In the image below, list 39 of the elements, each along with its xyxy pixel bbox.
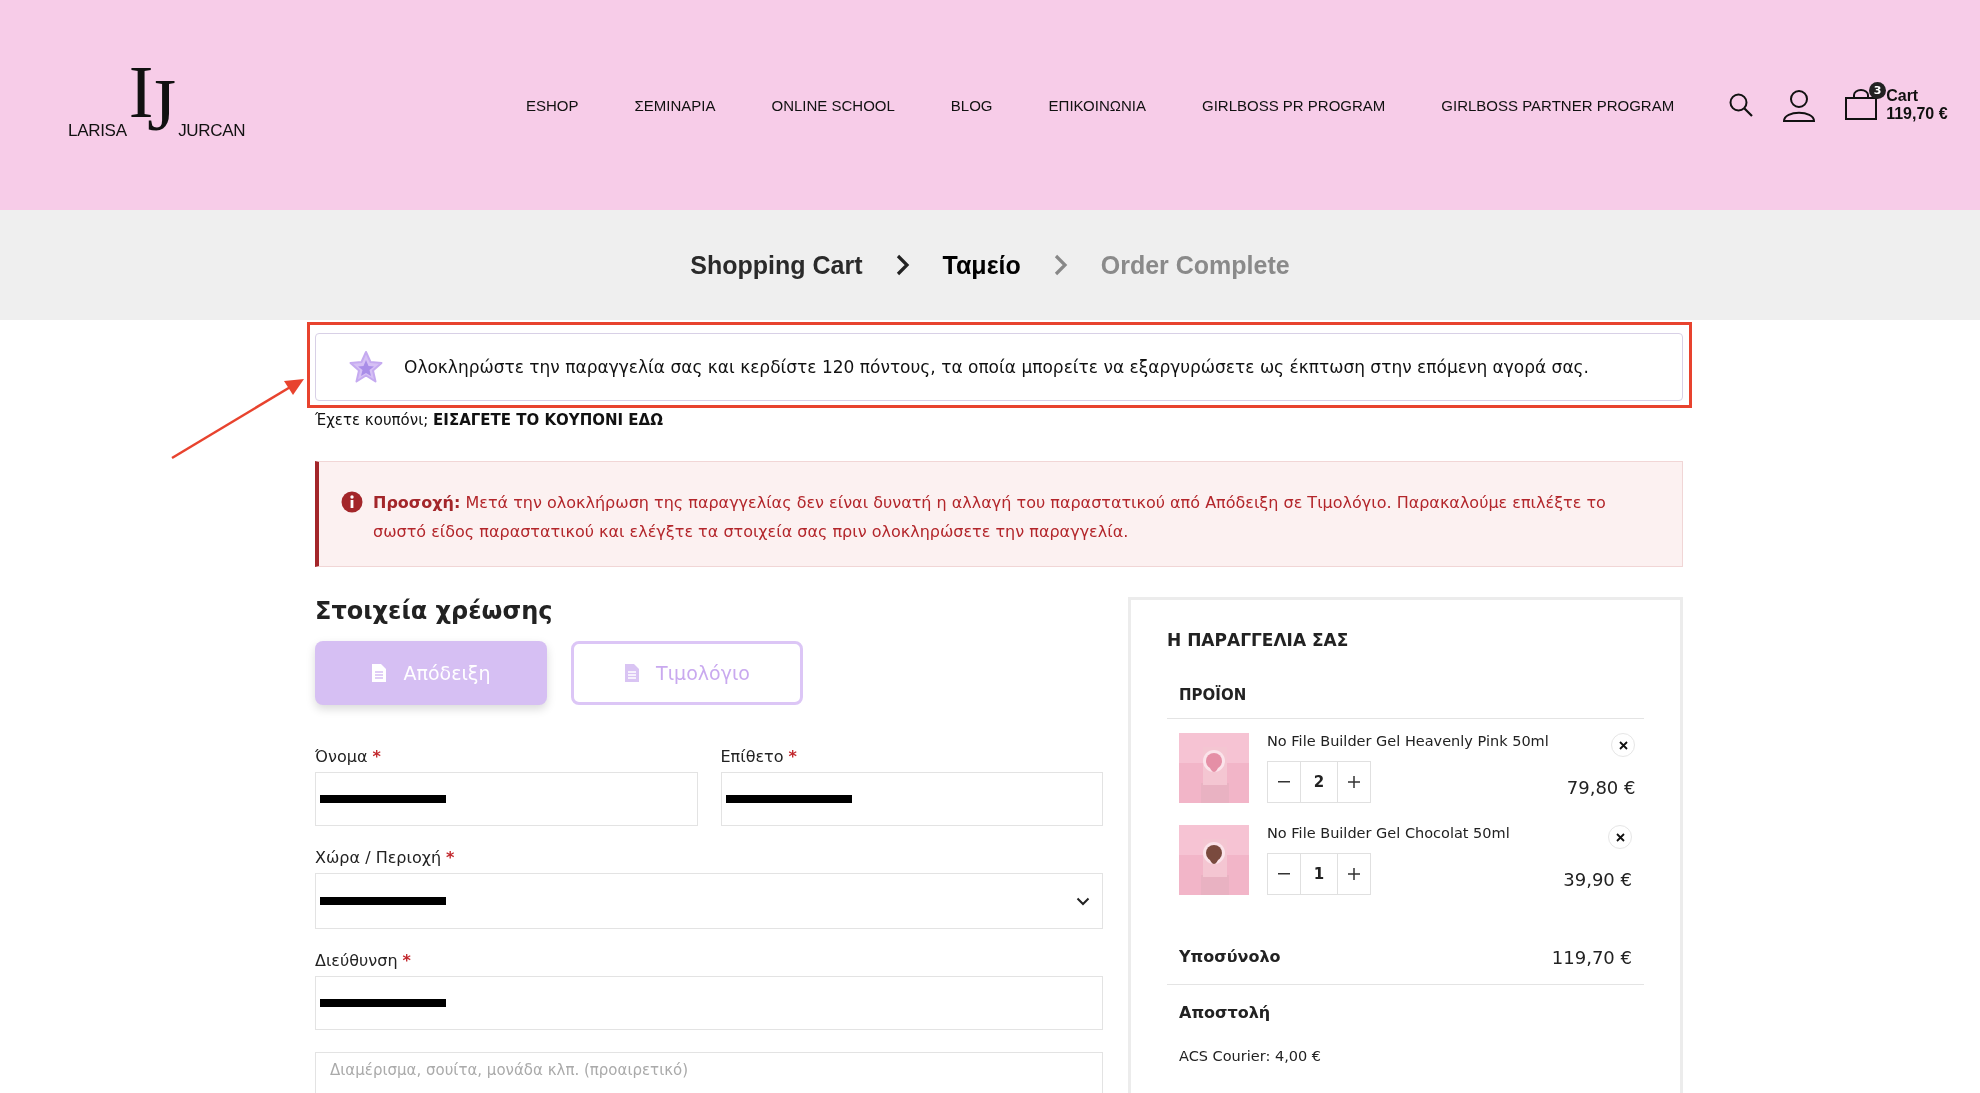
product-name[interactable]: No File Builder Gel Heavenly Pink 50ml (1267, 733, 1549, 749)
nav-link[interactable]: ΣΕΜΙΝΑΡΙΑ (634, 96, 716, 114)
item-price: 39,90 € (1563, 869, 1632, 890)
breadcrumb-step[interactable]: Ταμείο (942, 250, 1021, 280)
field-label: Επίθετο (720, 747, 784, 766)
required-marker: * (372, 747, 381, 766)
cart-count-badge: 3 (1869, 82, 1887, 99)
section-title: Στοιχεία χρέωσης (315, 597, 554, 625)
required-marker: * (788, 747, 797, 766)
cart-label[interactable]: Cart (1886, 86, 1948, 105)
coupon-link[interactable]: ΕΙΣΑΓΕΤΕ ΤΟ ΚΟΥΠΟΝΙ ΕΔΩ (433, 411, 663, 429)
item-price: 79,80 € (1566, 777, 1636, 798)
nav-link[interactable]: ESHOP (526, 96, 579, 114)
column-header: ΠΡΟΪΟΝ (1167, 686, 1644, 719)
panel-title: Η ΠΑΡΑΓΓΕΛΙΑ ΣΑΣ (1167, 630, 1350, 650)
logo-monogram: IJ (128, 59, 177, 148)
nav-link[interactable]: GIRLBOSS PARTNER PROGRAM (1441, 96, 1675, 114)
nav-link[interactable]: GIRLBOSS PR PROGRAM (1202, 96, 1386, 114)
input-field[interactable]: Διαμέρισμα, σουίτα, μονάδα κλπ. (προαιρετικό) (315, 1052, 1103, 1093)
logo-text: JURCAN (178, 121, 246, 142)
nav-link[interactable]: ΕΠΙΚΟΙΝΩΝΙΑ (1048, 96, 1146, 114)
logo-text: LARISA (68, 121, 127, 142)
subtotal-label: Υποσύνολο (1179, 947, 1281, 968)
cart-total: 119,70 € (1886, 105, 1948, 124)
required-marker: * (446, 848, 455, 867)
breadcrumb-step[interactable]: Shopping Cart (690, 250, 863, 280)
required-marker: * (402, 951, 411, 970)
product-name[interactable]: No File Builder Gel Chocolat 50ml (1267, 825, 1546, 841)
field-label: Όνομα (315, 747, 368, 766)
nav-link[interactable]: BLOG (950, 96, 993, 114)
subtotal-value: 119,70 € (1551, 947, 1632, 968)
notice-text: Ολοκληρώστε την παραγγελία σας και κερδίστε 120 πόντους, τα οποία μπορείτε να εξαργυρώσετε ως έκπτωση στην επόμενη αγορά σας. (404, 357, 1589, 377)
shipping-label: Αποστολή (1179, 1003, 1272, 1022)
coupon-prompt: Έχετε κουπόνι; ΕΙΣΑΓΕΤΕ ΤΟ ΚΟΥΠΟΝΙ ΕΔΩ (315, 411, 664, 429)
shipping-option: ACS Courier: 4,00 € (1179, 1048, 1632, 1064)
field-label: Χώρα / Περιοχή (315, 848, 442, 867)
field-label: Διεύθυνση (315, 951, 398, 970)
nav-link[interactable]: ONLINE SCHOOL (771, 96, 895, 114)
alert-text: Προσοχή: Μετά την ολοκλήρωση της παραγγελίας δεν είναι δυνατή η αλλαγή του παραστατικού από Απόδειξη σε Τιμολόγιο. Παρακαλούμε επιλέξτε το σωστό είδος παραστατικού και ελέγξτε τα στοιχεία σας πριν ολοκληρώσετε την παραγγελία. (373, 492, 1607, 543)
